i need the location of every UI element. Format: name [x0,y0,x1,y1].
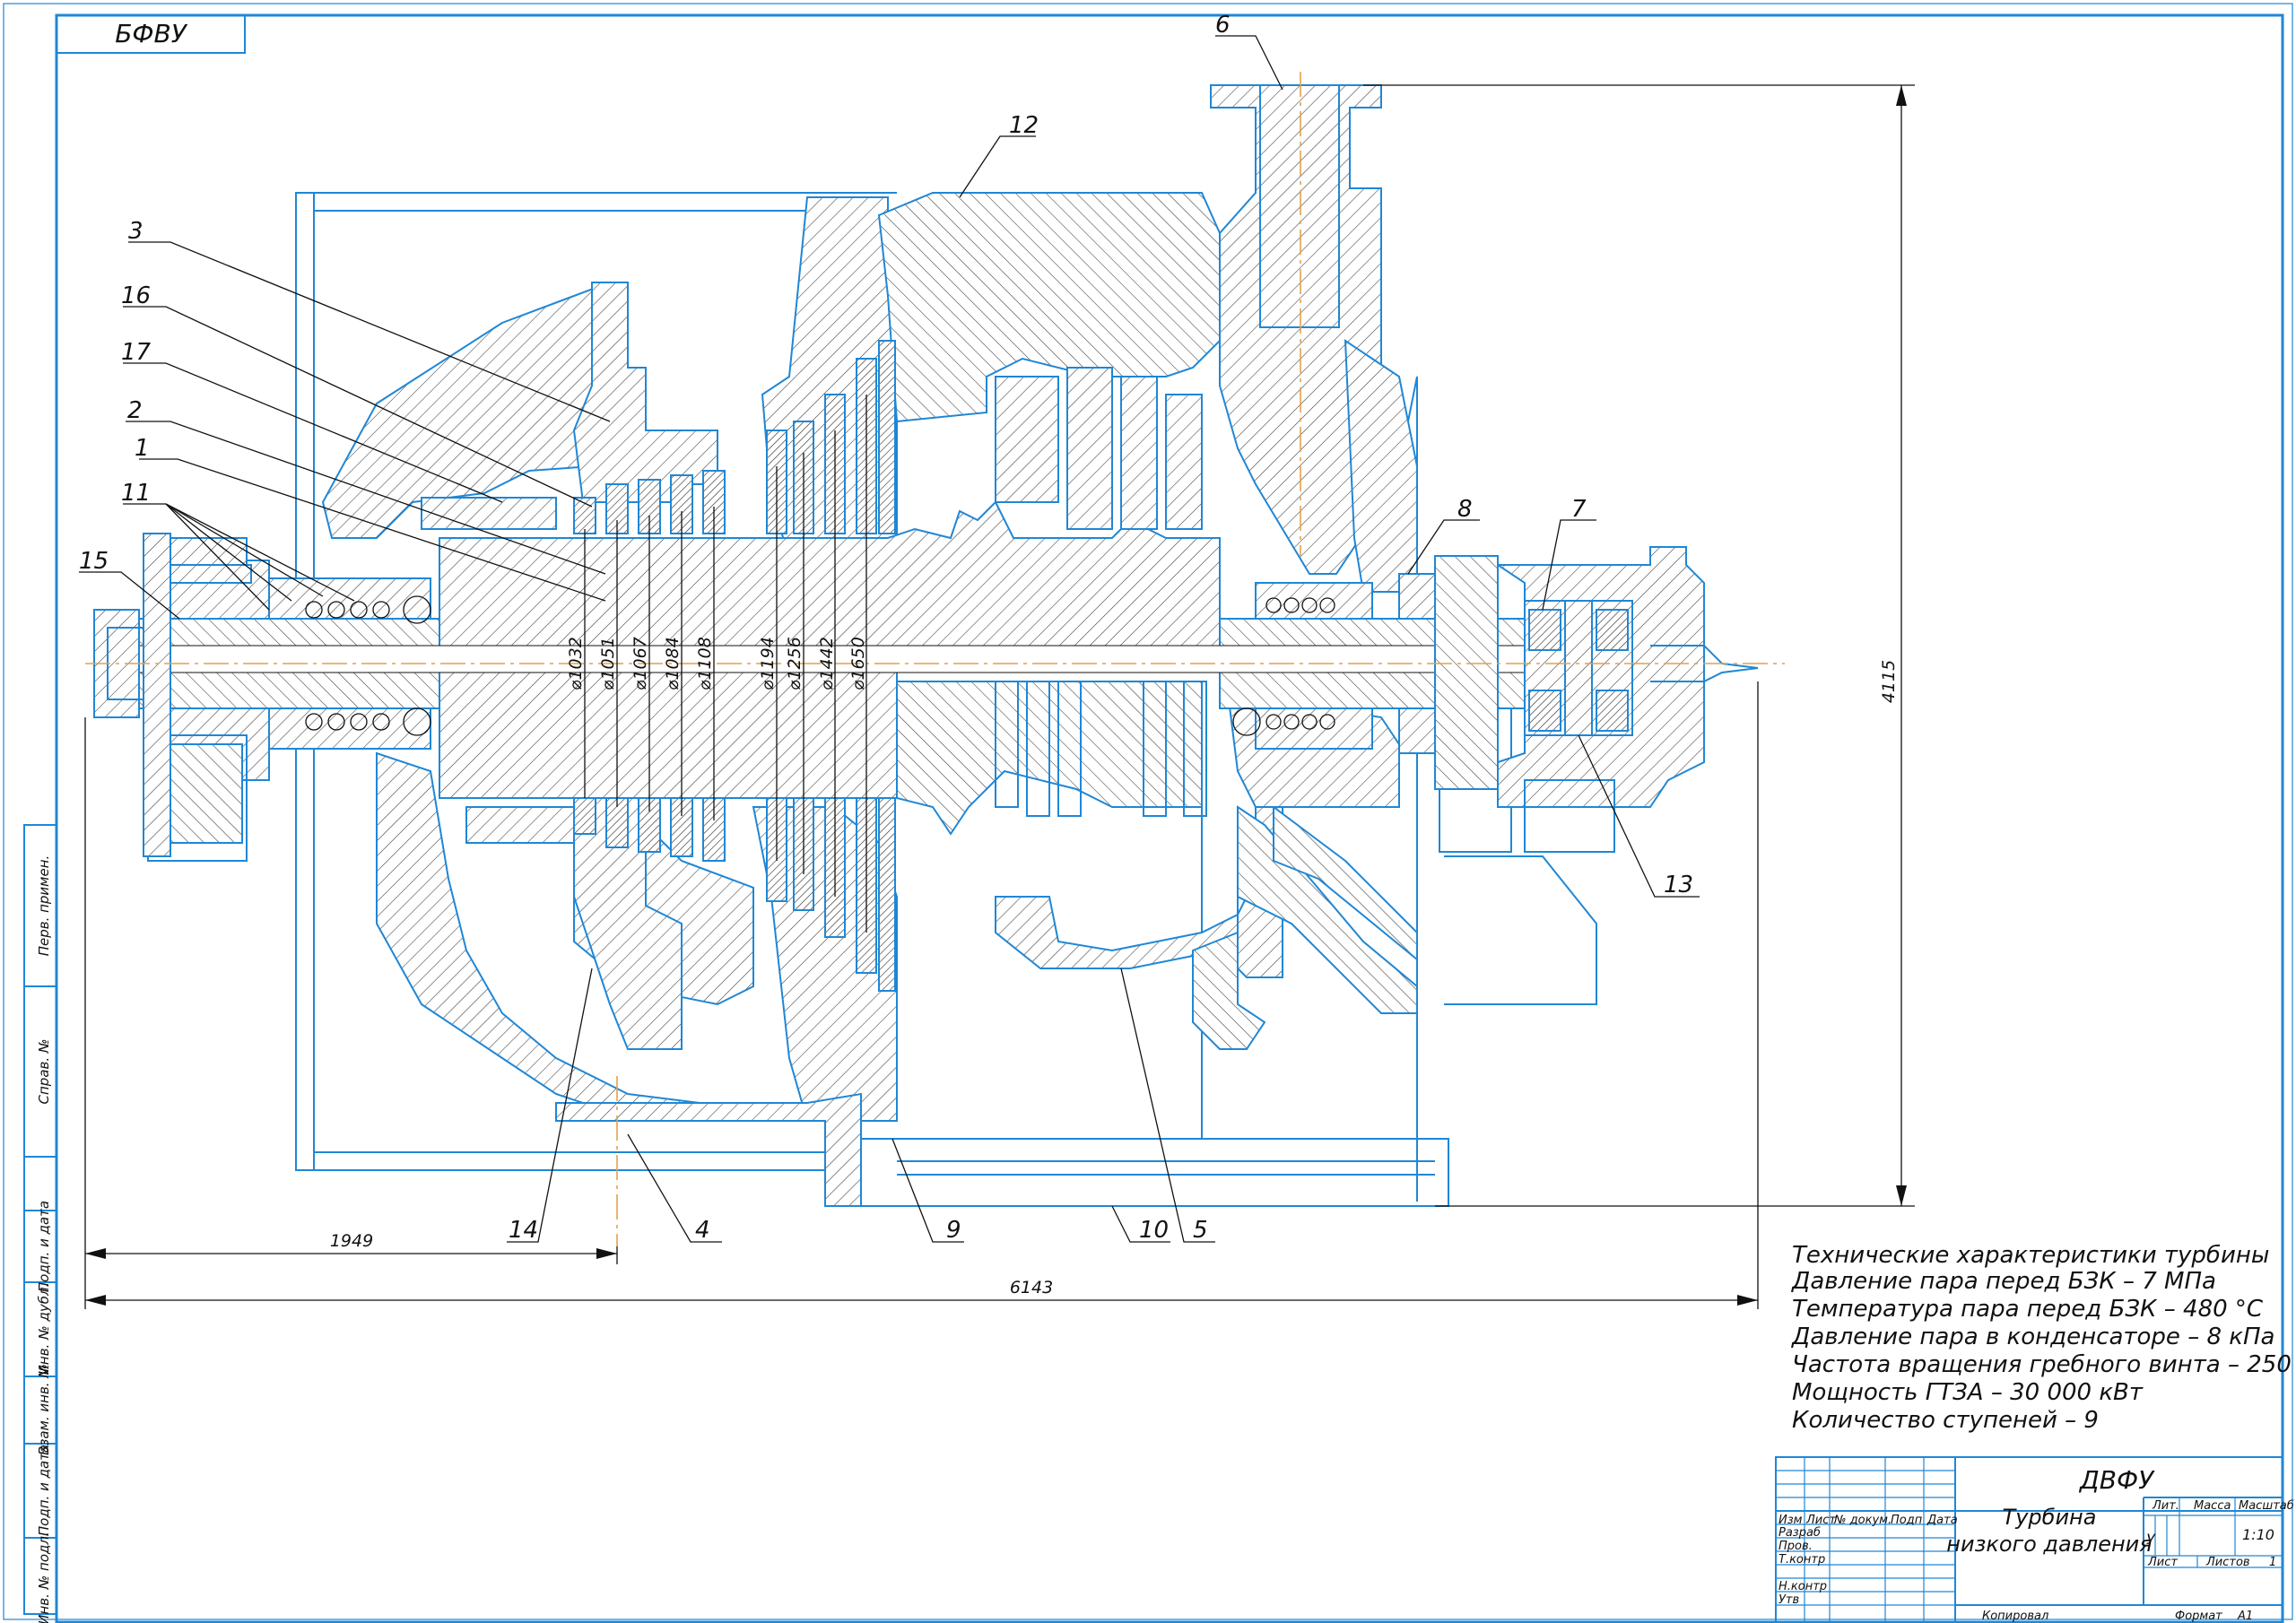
strip-label: Перв. примен. [36,855,52,957]
drawing-title-line1: Турбина [2003,1505,2097,1530]
callout-2: 2 [127,397,143,424]
diameter-label: ⌀1194 [758,637,778,690]
callout-8: 8 [1457,496,1473,523]
callout-12: 12 [1009,112,1039,139]
rotor [93,500,1660,836]
scale-value: 1:10 [2242,1526,2274,1543]
callout-16: 16 [121,282,151,309]
diameter-label: ⌀1084 [663,637,683,690]
specs-title: Технические характеристики турбины [1792,1242,2269,1269]
callout-1: 1 [135,435,150,462]
rear-bearing-housing [1434,546,1759,853]
callout-11: 11 [121,480,151,507]
diameter-label: ⌀1256 [785,637,804,690]
organization: ДВФУ [2078,1465,2155,1495]
sheets-label: Листов [2205,1556,2250,1569]
callout-5: 5 [1193,1217,1208,1244]
strip-label: Справ. № [36,1039,52,1105]
format-label: Формат [2175,1610,2222,1623]
turbine-section [85,72,1785,1246]
shaft-bore [134,645,1660,673]
hdr-izm: Изм [1779,1514,1803,1527]
sheet-label: Лист [2147,1556,2178,1569]
stamp-code: БФВУ [115,19,188,48]
hdr-list: Лист [1805,1514,1836,1527]
row-prov: Пров. [1779,1540,1813,1553]
callout-6: 6 [1215,12,1231,39]
diameter-label: ⌀1067 [631,637,650,690]
left-length-dimension: 1949 [330,1231,373,1251]
row-utv: Утв [1779,1593,1799,1607]
strip-label: Инв. № дубл. [36,1283,52,1376]
total-length-dimension: 6143 [1010,1278,1053,1298]
strip-label: Подп. и дата [36,1445,52,1536]
row-nkontr: Н.контр [1779,1580,1827,1593]
spec-line: Мощность ГТЗА – 30 000 кВт [1792,1379,2144,1406]
lower-base-flange [555,1092,862,1207]
callout-15: 15 [79,548,109,575]
diameter-label: ⌀1032 [566,637,586,690]
hdr-doc: № докум. [1833,1514,1892,1527]
height-dimension: 4115 [1879,660,1899,703]
hp-casing-upper-inner [421,497,557,530]
spec-line: Количество ступеней – 9 [1792,1407,2099,1434]
copied-label: Копировал [1982,1610,2048,1623]
callout-10: 10 [1139,1217,1169,1244]
side-strip: Перв. примен. Справ. № Подп. и дата Инв.… [23,824,57,1623]
callout-9: 9 [946,1217,961,1244]
sheets-value: 1 [2269,1556,2276,1569]
callout-3: 3 [128,218,144,245]
strip-label: Взам. инв. № [36,1364,52,1455]
callout-13: 13 [1664,872,1693,898]
lit-label: Лит. [2152,1499,2179,1513]
callout-4: 4 [695,1217,710,1244]
title-block: ДВФУ Турбина низкого давления Изм Лист №… [1775,1456,2294,1623]
tech-specs: Технические характеристики турбины Давле… [1791,1242,2296,1434]
diameter-label: ⌀1108 [695,637,715,690]
strip-label: Подп. и дата [36,1201,52,1292]
hdr-sign: Подп [1891,1514,1923,1527]
strip-label: Инв. № подл. [36,1532,52,1623]
hdr-date: Дата [1926,1514,1958,1527]
spec-line: Частота вращения гребного винта – 250 об… [1792,1351,2296,1378]
spec-line: Давление пара перед БЗК – 7 МПа [1791,1268,2216,1295]
spec-line: Температура пара перед БЗК – 480 °С [1792,1296,2264,1323]
lit-value: У [2146,1531,2156,1548]
drawing-sheet: БФВУ Перв. примен. Справ. № Подп. и дата… [3,3,2296,1623]
diameter-label: ⌀1650 [848,637,868,690]
callout-7: 7 [1571,496,1587,523]
diameter-label: ⌀1051 [598,637,618,690]
spec-line: Давление пара в конденсаторе – 8 кПа [1791,1324,2274,1350]
drawing-title-line2: низкого давления [1946,1532,2152,1557]
lp-casing-right [1344,339,1418,593]
callout-14: 14 [509,1217,538,1244]
front-diaphragm-upper [572,282,718,503]
callout-17: 17 [121,339,152,366]
diameter-label: ⌀1442 [817,637,837,690]
row-tkontr: Т.контр [1779,1553,1825,1567]
masshtab-label: Масштаб [2239,1499,2294,1513]
row-razrab: Разраб [1779,1526,1821,1540]
format-value: А1 [2237,1610,2253,1623]
massa-label: Масса [2194,1499,2231,1513]
corner-stamp: БФВУ [56,14,246,54]
